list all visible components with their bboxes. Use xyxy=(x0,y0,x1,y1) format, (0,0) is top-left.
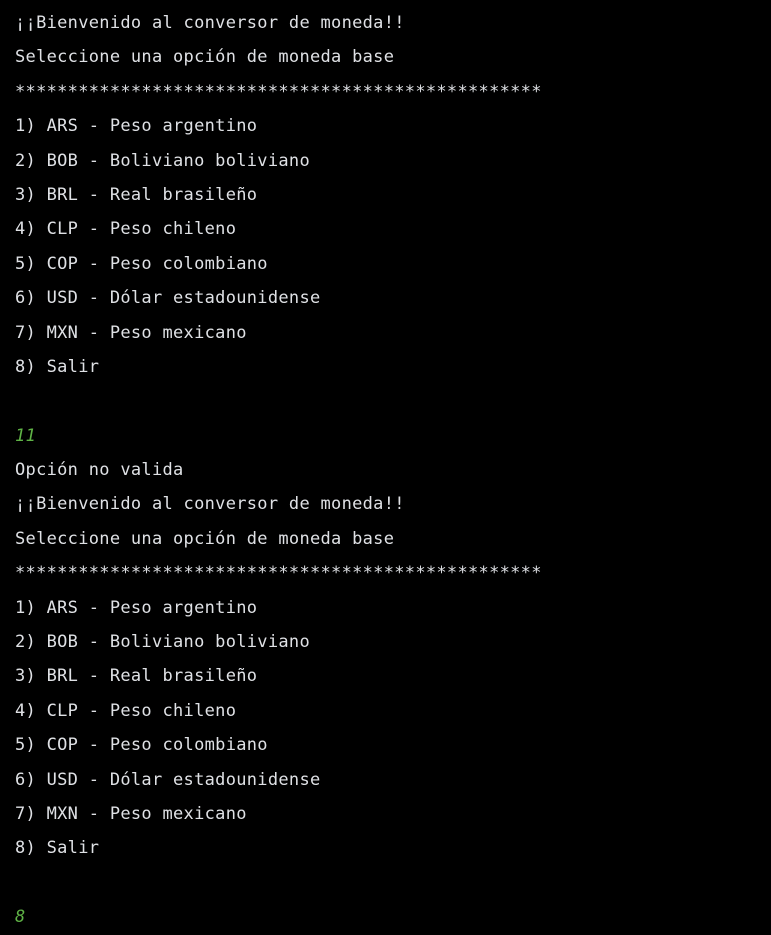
menu-option-brl: 3) BRL - Real brasileño xyxy=(15,184,258,205)
error-message: Opción no valida xyxy=(15,460,184,481)
welcome-message: ¡¡Bienvenido al conversor de moneda!! xyxy=(15,13,405,33)
menu-option-ars: 1) ARS - Peso argentino xyxy=(15,116,258,137)
user-input-echo: 8 xyxy=(15,907,26,928)
console-output: ¡¡Bienvenido al conversor de moneda!! Se… xyxy=(0,0,771,932)
menu-option-mxn: 7) MXN - Peso mexicano xyxy=(15,322,247,343)
menu-option-mxn: 7) MXN - Peso mexicano xyxy=(15,803,247,824)
menu-option-clp: 4) CLP - Peso chileno xyxy=(15,219,237,240)
menu-option-usd: 6) USD - Dólar estadounidense xyxy=(15,769,321,790)
menu-option-cop: 5) COP - Peso colombiano xyxy=(15,253,268,274)
separator-line: ****************************************… xyxy=(15,563,542,584)
menu-option-clp: 4) CLP - Peso chileno xyxy=(15,700,237,721)
prompt-message: Seleccione una opción de moneda base xyxy=(15,47,395,68)
menu-option-usd: 6) USD - Dólar estadounidense xyxy=(15,288,321,309)
menu-option-cop: 5) COP - Peso colombiano xyxy=(15,735,268,756)
prompt-message: Seleccione una opción de moneda base xyxy=(15,528,395,549)
separator-line: ****************************************… xyxy=(15,81,542,102)
menu-option-bob: 2) BOB - Boliviano boliviano xyxy=(15,150,310,171)
menu-option-bob: 2) BOB - Boliviano boliviano xyxy=(15,632,310,653)
menu-option-salir: 8) Salir xyxy=(15,838,100,859)
user-input-echo: 11 xyxy=(15,425,37,446)
welcome-message: ¡¡Bienvenido al conversor de moneda!! xyxy=(15,494,405,515)
menu-option-salir: 8) Salir xyxy=(15,356,100,377)
menu-option-brl: 3) BRL - Real brasileño xyxy=(15,666,258,687)
menu-option-ars: 1) ARS - Peso argentino xyxy=(15,597,258,618)
